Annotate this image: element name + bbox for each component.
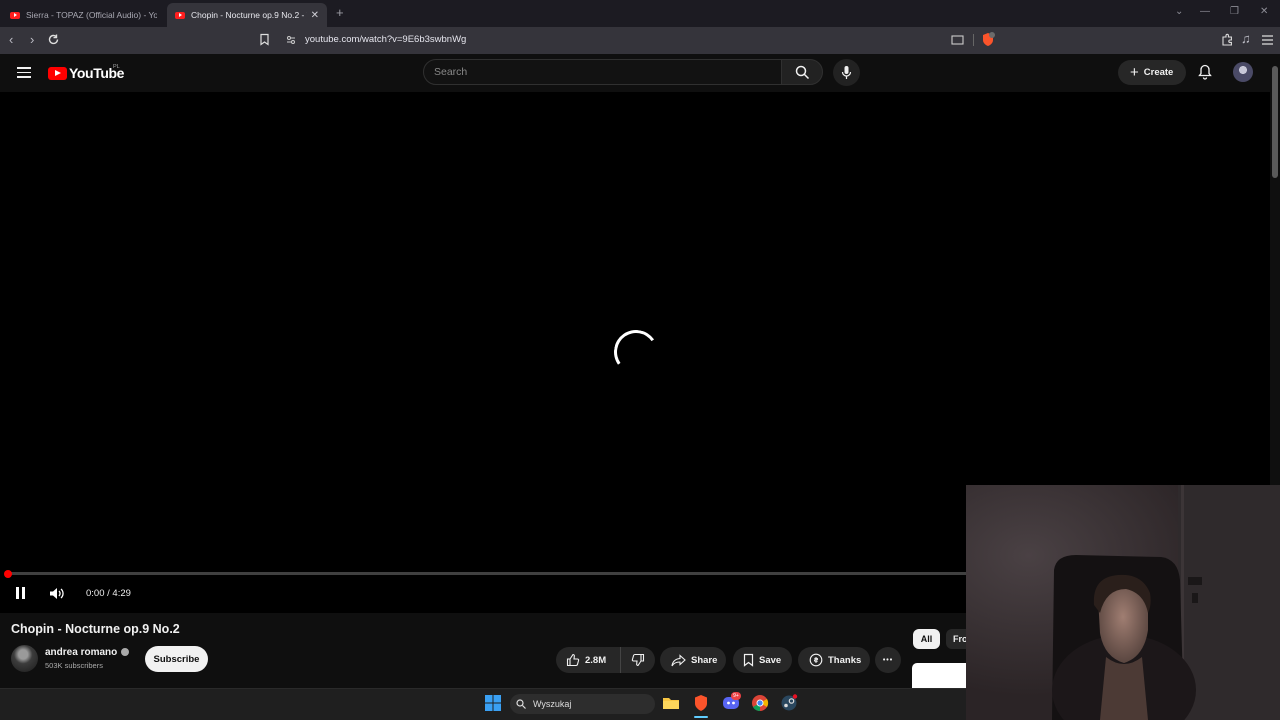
like-count: 2.8M	[585, 654, 607, 666]
more-actions-button[interactable]: •••	[875, 647, 901, 673]
site-settings-icon[interactable]	[286, 35, 296, 45]
brave-browser-icon[interactable]	[692, 694, 710, 712]
plus-icon: +	[1130, 64, 1139, 81]
voice-search-button[interactable]	[833, 59, 860, 86]
video-title: Chopin - Nocturne op.9 No.2	[11, 622, 180, 636]
taskbar-search-icon	[516, 699, 526, 709]
back-icon[interactable]: ‹	[9, 32, 13, 47]
guide-menu-icon[interactable]	[17, 67, 31, 78]
time-display: 0:00 / 4:29	[86, 588, 131, 599]
brave-shields-icon[interactable]	[981, 32, 995, 47]
windows-start-icon[interactable]	[484, 694, 502, 712]
scrollbar-thumb[interactable]	[1272, 66, 1278, 178]
tab-close-icon[interactable]: ✕	[311, 10, 319, 21]
discord-notification-badge: 9+	[731, 692, 741, 700]
progress-bar[interactable]	[8, 572, 966, 575]
verified-icon	[121, 648, 130, 656]
new-tab-button[interactable]: +	[336, 5, 344, 20]
active-app-indicator	[694, 716, 708, 718]
tab-title: Sierra - TOPAZ (Official Audio) - YouT	[26, 10, 157, 20]
minimize-icon[interactable]: —	[1200, 6, 1210, 17]
channel-name[interactable]: andrea romano	[45, 647, 117, 658]
file-explorer-icon[interactable]	[662, 694, 680, 712]
save-button[interactable]: Save	[733, 647, 792, 673]
channel-name-row[interactable]: andrea romano	[45, 647, 130, 658]
search-button[interactable]	[781, 59, 823, 85]
like-dislike-group: 2.8M	[556, 647, 655, 673]
browser-toolbar: ‹ › ♫	[0, 27, 1280, 54]
media-controls-icon[interactable]: ♫	[1241, 31, 1251, 46]
super-thanks-icon	[809, 653, 823, 667]
more-dots-icon: •••	[882, 656, 894, 664]
browser-tab-strip: Sierra - TOPAZ (Official Audio) - YouT C…	[0, 0, 1280, 27]
tab-list-chevron-icon[interactable]: ⌄	[1175, 6, 1183, 17]
toolbar-divider	[973, 34, 974, 46]
browser-menu-icon[interactable]	[1262, 35, 1273, 45]
channel-avatar[interactable]	[11, 645, 38, 672]
chrome-icon[interactable]	[751, 694, 769, 712]
recommended-video-thumbnail[interactable]	[912, 663, 966, 688]
share-button[interactable]: Share	[660, 647, 726, 673]
volume-icon[interactable]	[49, 587, 65, 600]
search-input[interactable]	[423, 59, 782, 85]
address-bar-url[interactable]: youtube.com/watch?v=9E6b3swbnWg	[305, 34, 466, 45]
pause-icon[interactable]	[16, 587, 26, 599]
notifications-bell-icon[interactable]	[1198, 64, 1212, 80]
save-label: Save	[759, 654, 782, 666]
webcam-person-image	[966, 485, 1280, 720]
country-code: PL	[113, 64, 120, 70]
youtube-favicon-icon	[10, 11, 20, 19]
microphone-icon	[841, 66, 852, 79]
create-label: Create	[1143, 67, 1174, 78]
youtube-play-logo-icon	[48, 66, 67, 80]
bookmark-icon[interactable]	[259, 33, 270, 46]
subscriber-count: 503K subscribers	[45, 661, 103, 670]
share-label: Share	[691, 654, 718, 666]
steam-icon[interactable]	[780, 694, 798, 712]
taskbar-search-text: Wyszukaj	[533, 699, 572, 709]
share-arrow-icon	[671, 653, 686, 666]
like-button[interactable]: 2.8M	[556, 647, 621, 673]
youtube-favicon-icon	[175, 11, 185, 19]
thumbs-down-icon	[631, 653, 645, 667]
close-window-icon[interactable]: ✕	[1260, 6, 1268, 17]
taskbar-search-box[interactable]	[510, 694, 655, 714]
forward-icon[interactable]: ›	[30, 32, 34, 47]
video-player-extension	[966, 92, 1272, 485]
save-bookmark-icon	[743, 653, 754, 667]
browser-tab-sierra[interactable]: Sierra - TOPAZ (Official Audio) - YouT	[2, 3, 165, 27]
thumbs-up-icon	[566, 653, 580, 667]
windows-taskbar	[0, 688, 966, 720]
tab-title: Chopin - Nocturne op.9 No.2 - Y	[191, 10, 307, 20]
dislike-button[interactable]	[621, 653, 655, 667]
video-player[interactable]	[0, 92, 966, 613]
extensions-icon[interactable]	[1221, 33, 1234, 46]
webcam-overlay	[966, 485, 1280, 720]
thanks-label: Thanks	[828, 654, 862, 666]
cast-icon[interactable]	[951, 35, 964, 45]
chip-all[interactable]: All	[913, 629, 940, 649]
browser-tab-chopin[interactable]: Chopin - Nocturne op.9 No.2 - Y ✕	[167, 3, 327, 27]
thanks-button[interactable]: Thanks	[798, 647, 870, 673]
restore-icon[interactable]: ❐	[1230, 6, 1239, 17]
progress-scrubber[interactable]	[4, 570, 12, 578]
reload-icon[interactable]	[47, 33, 60, 46]
search-icon	[795, 65, 810, 80]
create-button[interactable]: + Create	[1118, 60, 1186, 85]
search-placeholder: Search	[434, 66, 468, 78]
subscribe-button[interactable]: Subscribe	[145, 646, 208, 672]
account-avatar[interactable]	[1233, 62, 1253, 82]
